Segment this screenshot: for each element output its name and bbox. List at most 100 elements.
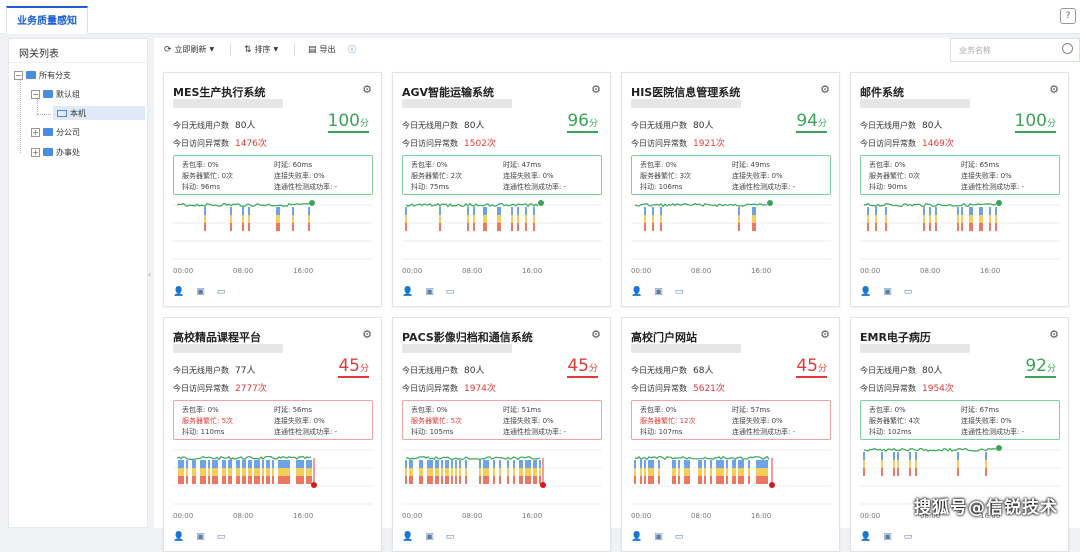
metrics-box: 丢包率: 0%服务器繁忙: 0次抖动: 96ms时延: 60ms连接失败率: 0… (173, 155, 373, 195)
network-icon[interactable]: ▭ (217, 287, 226, 297)
gear-icon[interactable]: ⚙ (362, 328, 372, 341)
card-footer: 👤 ▣ ▭ (631, 532, 683, 542)
server-icon[interactable]: ▣ (196, 287, 205, 297)
server-icon[interactable]: ▣ (425, 532, 434, 542)
main-panel: ⟳ 立即刷新 ▼ ⇅ 排序 ▼ ▤ 导出 ⓘ 业务名称 MES生产执行系统⚙今日… (154, 38, 1080, 528)
x-tick-label: 16:00 (293, 267, 313, 275)
refresh-icon: ⟳ (164, 45, 172, 55)
folder-icon (26, 71, 36, 79)
network-icon[interactable]: ▭ (675, 532, 684, 542)
service-card[interactable]: 邮件系统⚙今日无线用户数80人今日访问异常数1469次100分丢包率: 0%服务… (850, 72, 1069, 307)
server-icon[interactable]: ▣ (883, 532, 892, 542)
gear-icon[interactable]: ⚙ (820, 328, 830, 341)
tree-node-local[interactable]: 本机 (53, 106, 145, 120)
server-icon[interactable]: ▣ (883, 287, 892, 297)
quality-trend-chart (173, 442, 373, 517)
gear-icon[interactable]: ⚙ (591, 328, 601, 341)
user-icon[interactable]: 👤 (631, 532, 642, 542)
service-card[interactable]: PACS影像归档和通信系统⚙今日无线用户数80人今日访问异常数1974次45分丢… (392, 317, 611, 552)
tree-node-all-branches[interactable]: − 所有分支 (14, 68, 71, 82)
search-icon[interactable] (1062, 43, 1073, 54)
network-icon[interactable]: ▭ (675, 287, 684, 297)
export-button[interactable]: ▤ 导出 (308, 44, 336, 55)
refresh-button[interactable]: ⟳ 立即刷新 ▼ (164, 44, 214, 55)
card-footer: 👤 ▣ ▭ (860, 287, 912, 297)
network-icon[interactable]: ▭ (904, 532, 913, 542)
network-icon[interactable]: ▭ (217, 532, 226, 542)
x-tick-label: 08:00 (233, 267, 253, 275)
gear-icon[interactable]: ⚙ (1049, 83, 1059, 96)
gear-icon[interactable]: ⚙ (820, 83, 830, 96)
tree-node-office[interactable]: + 办事处 (31, 145, 80, 159)
access-errors: 今日访问异常数1921次 (631, 136, 725, 149)
tree-node-default-group[interactable]: − 默认组 (31, 87, 80, 101)
blurred-address (860, 99, 970, 108)
network-icon[interactable]: ▭ (904, 287, 913, 297)
collapse-icon[interactable]: − (14, 71, 23, 80)
chart-area (173, 197, 373, 272)
access-errors: 今日访问异常数1954次 (860, 381, 954, 394)
chart-area (860, 197, 1060, 272)
service-name: AGV智能运输系统 (402, 84, 494, 100)
service-card[interactable]: 高校精品课程平台⚙今日无线用户数77人今日访问异常数2777次45分丢包率: 0… (163, 317, 382, 552)
service-name: 高校精品课程平台 (173, 329, 261, 345)
x-tick-label: 00:00 (860, 512, 880, 520)
x-tick-label: 16:00 (522, 512, 542, 520)
metrics-box: 丢包率: 0%服务器繁忙: 5次抖动: 110ms时延: 56ms连接失败率: … (173, 400, 373, 440)
x-tick-label: 08:00 (691, 512, 711, 520)
user-icon[interactable]: 👤 (402, 532, 413, 542)
blurred-address (631, 99, 741, 108)
service-card[interactable]: MES生产执行系统⚙今日无线用户数80人今日访问异常数1476次100分丢包率:… (163, 72, 382, 307)
chart-area (173, 442, 373, 517)
user-icon[interactable]: 👤 (173, 532, 184, 542)
wireless-users: 今日无线用户数80人 (402, 118, 484, 131)
x-tick-label: 08:00 (691, 267, 711, 275)
user-icon[interactable]: 👤 (860, 532, 871, 542)
x-tick-label: 16:00 (751, 512, 771, 520)
x-tick-label: 00:00 (860, 267, 880, 275)
access-errors: 今日访问异常数5621次 (631, 381, 725, 394)
user-icon[interactable]: 👤 (402, 287, 413, 297)
gear-icon[interactable]: ⚙ (362, 83, 372, 96)
info-icon[interactable]: ⓘ (348, 44, 356, 55)
expand-icon[interactable]: + (31, 128, 40, 137)
service-card[interactable]: HIS医院信息管理系统⚙今日无线用户数80人今日访问异常数1921次94分丢包率… (621, 72, 840, 307)
x-tick-label: 00:00 (631, 267, 651, 275)
quality-trend-chart (173, 197, 373, 272)
sidebar: 网关列表 − 所有分支 − 默认组 本机 + 分公司 + 办事处 (8, 38, 148, 528)
blurred-address (173, 344, 283, 353)
blurred-address (173, 99, 283, 108)
network-icon[interactable]: ▭ (446, 287, 455, 297)
expand-icon[interactable]: + (31, 148, 40, 157)
tab-business-quality[interactable]: 业务质量感知 (6, 6, 88, 34)
blurred-address (402, 99, 512, 108)
service-card[interactable]: 高校门户网站⚙今日无线用户数68人今日访问异常数5621次45分丢包率: 0%服… (621, 317, 840, 552)
user-icon[interactable]: 👤 (860, 287, 871, 297)
server-icon[interactable]: ▣ (425, 287, 434, 297)
service-card[interactable]: AGV智能运输系统⚙今日无线用户数80人今日访问异常数1502次96分丢包率: … (392, 72, 611, 307)
chart-area (402, 197, 602, 272)
tree-node-branch-company[interactable]: + 分公司 (31, 125, 80, 139)
help-icon[interactable]: ? (1060, 8, 1076, 24)
caret-down-icon: ▼ (210, 46, 215, 53)
network-icon[interactable]: ▭ (446, 532, 455, 542)
gear-icon[interactable]: ⚙ (1049, 328, 1059, 341)
server-icon[interactable]: ▣ (196, 532, 205, 542)
user-icon[interactable]: 👤 (631, 287, 642, 297)
server-icon[interactable]: ▣ (654, 287, 663, 297)
service-name: 邮件系统 (860, 84, 904, 100)
user-icon[interactable]: 👤 (173, 287, 184, 297)
sort-button[interactable]: ⇅ 排序 ▼ (244, 44, 278, 55)
card-footer: 👤 ▣ ▭ (173, 287, 225, 297)
service-name: PACS影像归档和通信系统 (402, 329, 533, 345)
search-input[interactable]: 业务名称 (950, 38, 1080, 62)
quality-trend-chart (631, 442, 831, 517)
collapse-icon[interactable]: − (31, 90, 40, 99)
chart-area (631, 442, 831, 517)
server-icon[interactable]: ▣ (654, 532, 663, 542)
quality-score: 94分 (796, 111, 827, 133)
gear-icon[interactable]: ⚙ (591, 83, 601, 96)
quality-score: 92分 (1025, 356, 1056, 378)
chart-area (631, 197, 831, 272)
x-tick-label: 16:00 (522, 267, 542, 275)
